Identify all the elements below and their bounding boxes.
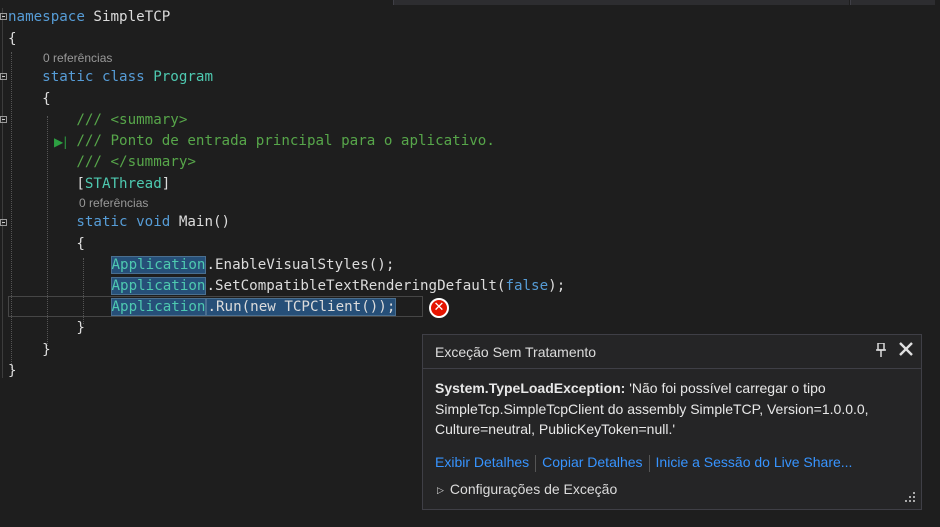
pin-icon[interactable] — [876, 342, 886, 360]
code-line: static class Program — [42, 69, 214, 85]
exception-type: System.TypeLoadException: — [435, 380, 626, 396]
codelens-references[interactable]: 0 referências — [43, 51, 112, 65]
code-line: { — [8, 31, 17, 47]
view-details-link[interactable]: Exibir Detalhes — [435, 454, 529, 470]
exception-settings-label: Configurações de Exceção — [449, 481, 618, 497]
code-line: { — [42, 91, 51, 107]
link-divider — [648, 454, 650, 472]
copy-details-link[interactable]: Copiar Detalhes — [542, 454, 642, 470]
code-line: } — [8, 363, 17, 379]
navigation-bar[interactable] — [393, 0, 849, 5]
collapse-method-icon[interactable] — [0, 219, 7, 226]
collapse-summary-icon[interactable] — [0, 116, 7, 123]
live-share-link[interactable]: Inicie a Sessão do Live Share... — [656, 454, 853, 470]
link-divider — [535, 454, 537, 472]
code-line: /// </summary> — [76, 154, 196, 170]
code-line: /// <summary> — [76, 112, 188, 128]
code-line: [STAThread] — [76, 176, 171, 192]
exception-message: System.TypeLoadException: 'Não foi possí… — [435, 378, 905, 440]
highlighted-reference: Application — [110, 256, 207, 274]
code-line: } — [42, 342, 51, 358]
popup-actions: Exibir Detalhes Copiar Detalhes Inicie a S… — [435, 454, 852, 472]
exception-settings-expander[interactable]: ▷ Configurações de Exceção — [437, 481, 617, 497]
code-line-current: Application .Run(new TCPClient()); — [110, 298, 397, 316]
popup-title: Exceção Sem Tratamento — [435, 344, 597, 360]
codelens-references[interactable]: 0 referências — [79, 196, 148, 210]
collapse-namespace-icon[interactable] — [0, 13, 7, 20]
code-line: Application.SetCompatibleTextRenderingDe… — [110, 277, 566, 295]
highlighted-reference: Application — [110, 298, 207, 316]
error-icon[interactable]: ✕ — [429, 298, 449, 318]
code-line: static void Main() — [76, 214, 231, 230]
editor-right-edge — [935, 0, 940, 527]
code-line: /// Ponto de entrada principal para o ap… — [76, 133, 495, 149]
code-line: { — [76, 236, 85, 252]
top-tab-strip — [0, 0, 940, 6]
code-line: } — [76, 320, 85, 336]
resize-grip-icon[interactable] — [903, 492, 917, 506]
exception-helper-popup: Exceção Sem Tratamento System.TypeLoadEx… — [422, 334, 922, 510]
outline-gutter — [2, 8, 3, 378]
popup-divider — [423, 368, 921, 369]
collapse-class-icon[interactable] — [0, 73, 7, 80]
highlighted-reference: Application — [110, 277, 207, 295]
close-icon[interactable] — [899, 340, 913, 361]
code-line: Application.EnableVisualStyles(); — [110, 256, 395, 274]
member-dropdown[interactable] — [850, 0, 940, 5]
code-line: namespace SimpleTCP — [8, 9, 171, 25]
chevron-right-icon: ▷ — [437, 485, 444, 495]
